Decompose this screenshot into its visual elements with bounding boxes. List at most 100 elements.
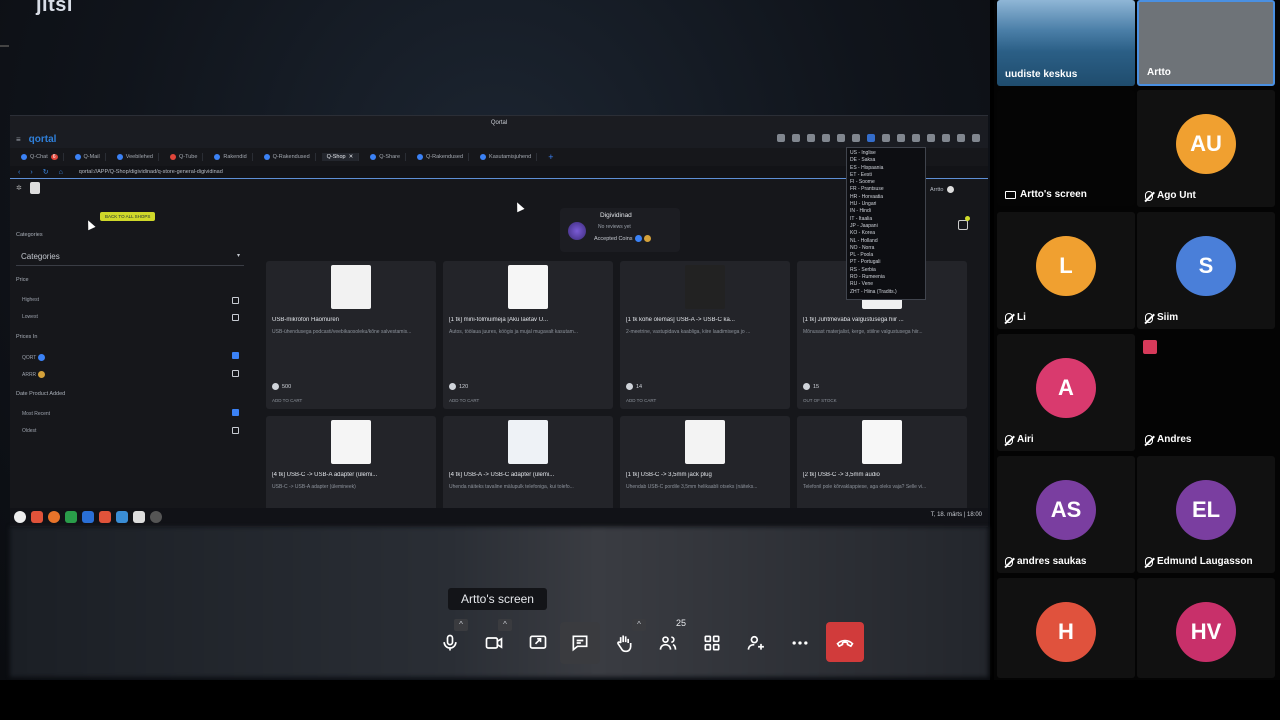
filter-highest[interactable]: Highest <box>22 297 242 303</box>
chat-button[interactable] <box>560 622 600 664</box>
participant-tile-airi[interactable]: A Airi <box>997 334 1135 451</box>
brave-browser-icon[interactable] <box>31 511 43 523</box>
participant-tile-li[interactable]: L Li <box>997 212 1135 329</box>
language-option[interactable]: ES - Hispaania <box>850 165 922 172</box>
tab-kasutamisjuhend[interactable]: Kasutamisjuhend <box>475 153 538 161</box>
tab-q-share[interactable]: Q-Share <box>365 153 407 161</box>
search-icon[interactable] <box>927 134 935 142</box>
spreadsheet-icon[interactable] <box>65 511 77 523</box>
download-icon[interactable] <box>957 134 965 142</box>
language-option[interactable]: IN - Hindi <box>850 208 922 215</box>
language-option[interactable]: RS - Serbia <box>850 267 922 274</box>
language-option[interactable]: JP - Jaapani <box>850 223 922 230</box>
tab-q-chat[interactable]: Q-Chat 6 <box>16 153 64 161</box>
filter-arrr[interactable]: ARRR <box>22 371 242 378</box>
hangup-button[interactable] <box>826 622 864 662</box>
sun-icon[interactable] <box>897 134 905 142</box>
product-card[interactable]: [1 tk kohe olemas] USB-A -> USB-C ka... 2… <box>620 261 790 409</box>
cart-icon[interactable] <box>958 220 968 230</box>
url-input[interactable]: qortal://APP/Q-Shop/digividinad/q-store-… <box>79 169 223 175</box>
participants-button[interactable] <box>648 622 688 664</box>
reload-icon[interactable]: ↻ <box>43 168 49 176</box>
tab-q-rakendused[interactable]: Q-Rakendused <box>259 153 316 161</box>
participant-tile-h[interactable]: H <box>997 578 1135 678</box>
tab-q-mail[interactable]: Q-Mail <box>70 153 106 161</box>
participant-tile-video[interactable]: uudiste keskus <box>997 0 1135 86</box>
participant-tile-ago-unt[interactable]: AU Ago Unt <box>1137 90 1275 207</box>
back-icon[interactable]: ‹ <box>18 169 20 176</box>
language-option[interactable]: NL - Holland <box>850 238 922 245</box>
home-icon[interactable]: ⌂ <box>59 169 63 176</box>
invite-button[interactable] <box>736 622 776 664</box>
camera-options[interactable]: ^ <box>498 619 512 631</box>
microphone-options[interactable]: ^ <box>454 619 468 631</box>
screen-share-button[interactable] <box>518 622 558 664</box>
presentation-icon[interactable] <box>99 511 111 523</box>
file-icon[interactable] <box>133 511 145 523</box>
language-option[interactable]: FR - Prantsuse <box>850 186 922 193</box>
participant-tile-siim[interactable]: S Siim <box>1137 212 1275 329</box>
checkbox-highest[interactable] <box>232 297 239 304</box>
globe-icon[interactable] <box>150 511 162 523</box>
tab-rakendid[interactable]: Rakendid <box>209 153 253 161</box>
filter-oldest[interactable]: Oldest <box>22 428 242 434</box>
grid-icon[interactable] <box>852 134 860 142</box>
tab-q-tube[interactable]: Q-Tube <box>165 153 204 161</box>
participant-tile-andres[interactable]: Andres <box>1137 334 1275 451</box>
qortal-icon[interactable] <box>116 511 128 523</box>
checkbox-most-recent[interactable] <box>232 409 239 416</box>
add-to-cart-button[interactable]: OUT OF STOCK <box>803 398 837 403</box>
product-card[interactable]: [1 tk] USB-C -> 3,5mm jack plug Ühendab U… <box>620 416 790 516</box>
language-option[interactable]: RO - Rumeenia <box>850 274 922 281</box>
language-flag-icon[interactable] <box>867 134 875 142</box>
reactions-options[interactable]: ^ <box>632 619 646 631</box>
checkbox-qort[interactable] <box>232 352 239 359</box>
refresh-icon[interactable] <box>882 134 890 142</box>
tab-veebilehed[interactable]: Veebilehed <box>112 153 159 161</box>
checkbox-arrr[interactable] <box>232 370 239 377</box>
lock-icon[interactable] <box>912 134 920 142</box>
bell-icon[interactable] <box>822 134 830 142</box>
tab-q-rakendused-2[interactable]: Q-Rakendused <box>412 153 470 161</box>
filter-qort[interactable]: QORT <box>22 354 242 361</box>
participant-tile-edmund-laugasson[interactable]: EL Edmund Laugasson <box>1137 456 1275 573</box>
language-option[interactable]: HR - Horvaatia <box>850 194 922 201</box>
users-icon[interactable] <box>792 134 800 142</box>
firefox-icon[interactable] <box>48 511 60 523</box>
connection-stats-icon[interactable] <box>1143 340 1157 354</box>
profile-icon[interactable] <box>777 134 785 142</box>
writer-icon[interactable] <box>82 511 94 523</box>
logout-icon[interactable] <box>972 134 980 142</box>
checkbox-oldest[interactable] <box>232 427 239 434</box>
settings-icon[interactable]: ✲ <box>16 184 22 192</box>
language-option[interactable]: FI - Soome <box>850 179 922 186</box>
language-option[interactable]: ET - Eesti <box>850 172 922 179</box>
language-option[interactable]: DE - Saksa <box>850 157 922 164</box>
participant-tile-hv[interactable]: HV <box>1137 578 1275 678</box>
filter-most-recent[interactable]: Most Recent <box>22 411 242 417</box>
add-to-cart-button[interactable]: ADD TO CART <box>449 398 479 403</box>
participant-tile-andres-saukas[interactable]: AS andres saukas <box>997 456 1135 573</box>
forward-icon[interactable]: › <box>30 169 32 176</box>
language-option[interactable]: KO - Korea <box>850 230 922 237</box>
menu-icon[interactable]: ≡ <box>16 135 21 144</box>
language-option[interactable]: RU - Vene <box>850 281 922 288</box>
save-icon[interactable] <box>837 134 845 142</box>
language-option[interactable]: PL - Poola <box>850 252 922 259</box>
participant-tile-video[interactable]: Artto <box>1137 0 1275 86</box>
language-option[interactable]: NO - Norra <box>850 245 922 252</box>
participant-tile-blank[interactable]: Artto's screen <box>997 90 1135 206</box>
categories-select[interactable]: Categories ▾ <box>16 252 244 266</box>
product-card[interactable]: [4 tk] USB-A -> USB-C adapter (ülemi... Ü… <box>443 416 613 516</box>
back-to-all-shops-button[interactable]: BACK TO ALL SHOPS <box>100 212 156 221</box>
tile-view-button[interactable] <box>692 622 732 664</box>
filter-lowest[interactable]: Lowest <box>22 314 242 320</box>
product-card[interactable]: [1 tk] mini-tolmuimeja [Aku laetav U... A… <box>443 261 613 409</box>
settings-icon[interactable] <box>942 134 950 142</box>
product-card[interactable]: [2 tk] USB-C -> 3,5mm audio Telefonil pol… <box>797 416 967 516</box>
new-tab-button[interactable]: + <box>543 151 558 163</box>
tab-q-shop[interactable]: Q-Shop ✕ <box>321 153 360 161</box>
mail-icon[interactable] <box>807 134 815 142</box>
close-icon[interactable]: ✕ <box>349 154 354 160</box>
language-option[interactable]: PT - Portugali <box>850 259 922 266</box>
